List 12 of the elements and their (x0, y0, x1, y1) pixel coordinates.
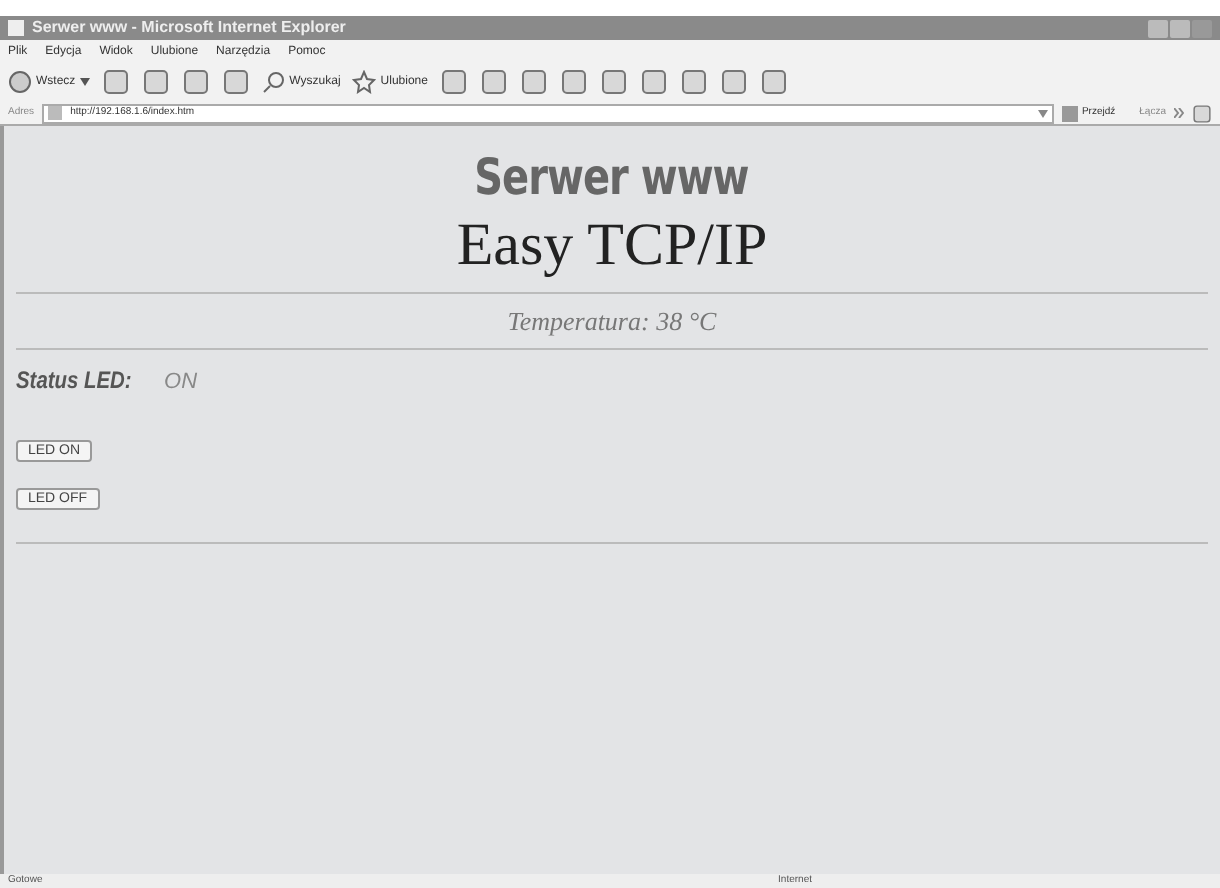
dropdown-caret-icon[interactable] (1037, 109, 1048, 117)
window-title: Serwer www - Microsoft Internet Explorer (32, 20, 346, 36)
caret-icon (79, 78, 90, 86)
search-icon (261, 70, 286, 94)
temperature: Temperatura: 38 °C (507, 303, 717, 340)
heading: Serwer www (474, 146, 750, 209)
status-label: Status LED: (16, 364, 132, 399)
window-icon (8, 20, 24, 36)
chevron-icon[interactable] (1174, 108, 1184, 118)
subheading: Easy TCP/IP (456, 210, 768, 283)
status-value: ON (164, 368, 198, 399)
star-icon (352, 70, 377, 94)
